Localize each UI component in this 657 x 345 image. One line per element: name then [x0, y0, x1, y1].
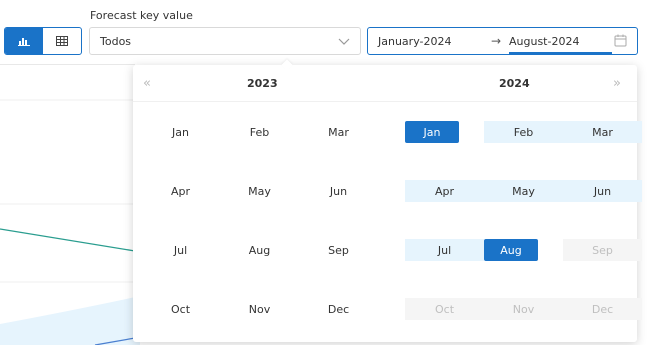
month-label: Aug [500, 243, 522, 257]
left-month-nov[interactable]: Nov [220, 298, 299, 320]
right-month-mar[interactable]: Mar [563, 121, 642, 143]
left-month-dec[interactable]: Dec [299, 298, 378, 320]
left-month-feb[interactable]: Feb [220, 121, 299, 143]
right-month-jul[interactable]: Jul [405, 239, 484, 261]
left-month-sep[interactable]: Sep [299, 239, 378, 261]
active-input-underline [509, 52, 612, 54]
month-label: Apr [434, 184, 455, 198]
forecast-key-select[interactable]: Todos [89, 27, 361, 55]
right-month-sep: Sep [563, 239, 642, 261]
left-month-may[interactable]: May [220, 180, 299, 202]
month-label: Mar [592, 125, 613, 139]
month-label: Apr [170, 184, 191, 198]
background-chart [0, 99, 140, 345]
month-label: May [248, 184, 271, 198]
view-toggle [4, 27, 82, 55]
month-label: Oct [434, 302, 455, 316]
left-month-apr[interactable]: Apr [141, 180, 220, 202]
right-month-apr[interactable]: Apr [405, 180, 484, 202]
forecast-key-value: Todos [100, 34, 132, 48]
month-label: Dec [327, 302, 350, 316]
chart-view-button[interactable] [5, 28, 43, 54]
bar-chart-icon [18, 38, 30, 46]
range-start-input[interactable]: January-2024 [378, 35, 451, 48]
left-month-jan[interactable]: Jan [141, 121, 220, 143]
month-label: Oct [170, 302, 191, 316]
left-month-oct[interactable]: Oct [141, 298, 220, 320]
month-label: May [512, 184, 535, 198]
month-label: Mar [328, 125, 349, 139]
month-range-input[interactable]: January-2024 → August-2024 [367, 27, 638, 55]
month-label: Dec [591, 302, 614, 316]
right-month-aug[interactable]: Aug [484, 239, 538, 261]
series-line [0, 228, 136, 252]
range-separator-icon: → [491, 34, 502, 48]
right-month-nov: Nov [484, 298, 563, 320]
month-label: Sep [592, 243, 613, 257]
right-year-label[interactable]: 2024 [499, 77, 530, 90]
right-month-oct: Oct [405, 298, 484, 320]
left-year-label[interactable]: 2023 [247, 77, 278, 90]
calendar-icon [614, 34, 627, 47]
app-stage: Forecast key value Todos January-2024 → … [0, 0, 657, 345]
right-month-jun[interactable]: Jun [563, 180, 642, 202]
month-label: Jul [173, 243, 188, 257]
month-label: Feb [249, 125, 270, 139]
right-month-feb[interactable]: Feb [484, 121, 563, 143]
right-panel-header: 2024 » [385, 65, 637, 102]
left-month-jul[interactable]: Jul [141, 239, 220, 261]
right-month-may[interactable]: May [484, 180, 563, 202]
month-label: Jun [593, 184, 612, 198]
right-month-jan[interactable]: Jan [405, 121, 459, 143]
month-label: Aug [248, 243, 271, 257]
month-label: Jul [437, 243, 452, 257]
next-year-icon[interactable]: » [613, 76, 621, 91]
month-label: Jun [329, 184, 348, 198]
forecast-key-label: Forecast key value [90, 9, 193, 22]
month-label: Nov [248, 302, 271, 316]
table-grid-icon [56, 36, 68, 46]
left-month-jun[interactable]: Jun [299, 180, 378, 202]
month-label: Nov [512, 302, 535, 316]
left-month-aug[interactable]: Aug [220, 239, 299, 261]
month-label: Jan [423, 125, 441, 139]
left-month-mar[interactable]: Mar [299, 121, 378, 143]
prev-year-icon[interactable]: « [143, 76, 151, 91]
month-label: Sep [328, 243, 349, 257]
range-end-input[interactable]: August-2024 [509, 35, 579, 48]
chevron-down-icon [338, 38, 350, 45]
table-view-button[interactable] [43, 28, 81, 54]
left-panel-header: « 2023 [133, 65, 385, 102]
month-label: Feb [513, 125, 534, 139]
right-month-dec: Dec [563, 298, 642, 320]
month-label: Jan [172, 125, 189, 139]
month-range-picker: « 2023 2024 » Jan Feb Mar Apr May Jun Jul Aug Se… [133, 59, 642, 342]
